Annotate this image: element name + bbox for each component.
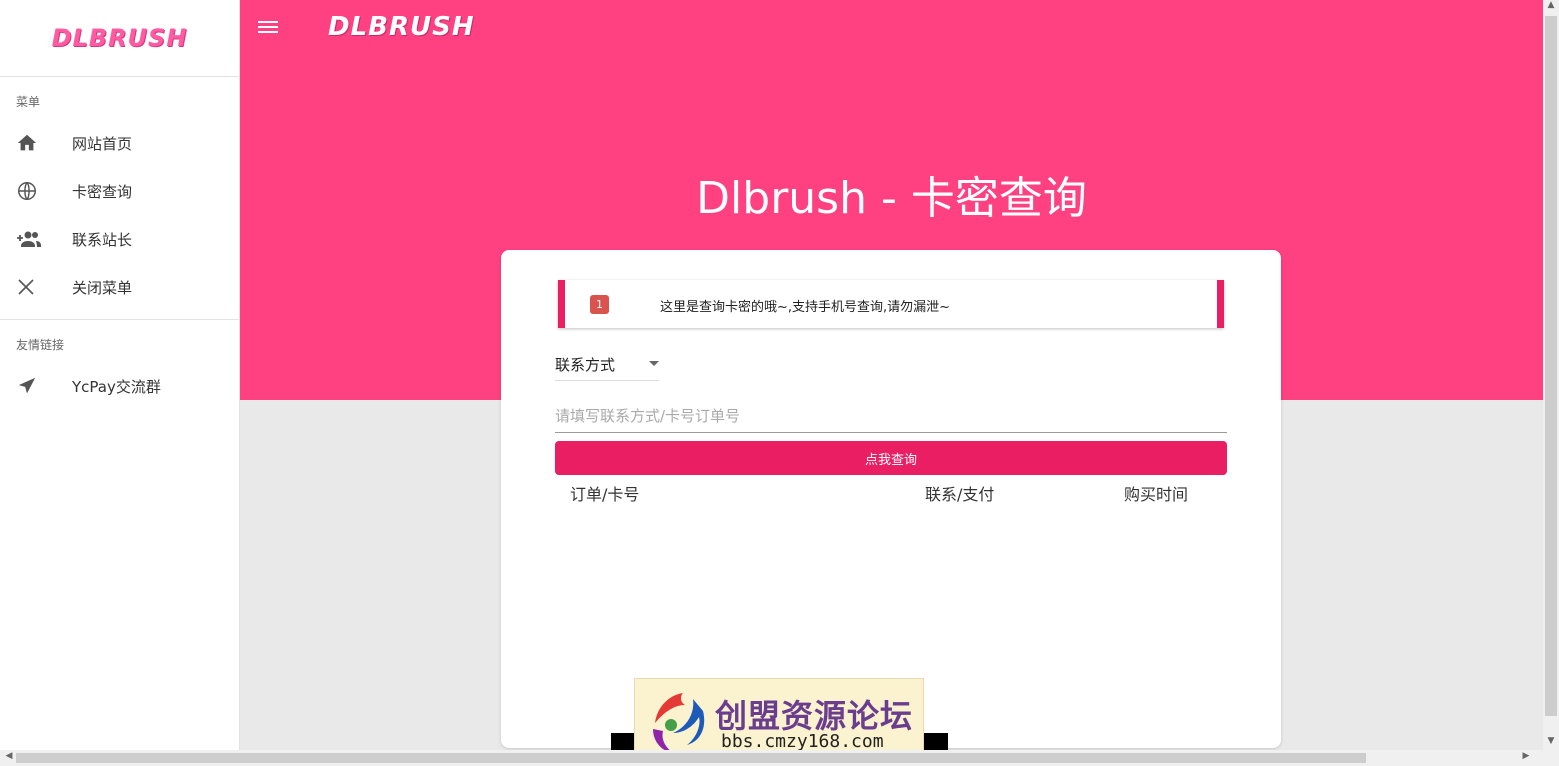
notice-banner: 1 这里是查询卡密的哦~,支持手机号查询,请勿漏泄~: [558, 280, 1224, 328]
sidebar-item-contact[interactable]: 联系站长: [0, 215, 239, 263]
home-icon: [0, 132, 72, 154]
hamburger-menu-icon[interactable]: [258, 18, 278, 38]
notice-text: 这里是查询卡密的哦~,支持手机号查询,请勿漏泄~: [660, 300, 951, 315]
chevron-down-icon: [649, 361, 659, 366]
notice-badge: 1: [590, 295, 609, 314]
links-section-title: 友情链接: [16, 338, 65, 352]
sidebar-item-card-query[interactable]: 卡密查询: [0, 167, 239, 215]
scroll-down-icon[interactable]: ▼: [1543, 736, 1559, 750]
column-header-time: 购买时间: [1124, 485, 1189, 504]
select-value: 联系方式: [555, 356, 616, 374]
page-title: Dlbrush - 卡密查询: [696, 173, 1087, 224]
query-card: 1 这里是查询卡密的哦~,支持手机号查询,请勿漏泄~ 联系方式 点我查询 订单/…: [501, 250, 1281, 748]
scroll-thumb[interactable]: [16, 753, 1366, 763]
watermark-logo-icon: [653, 693, 705, 753]
sidebar-item-label: 网站首页: [72, 134, 133, 153]
vertical-scrollbar[interactable]: ▲ ▼: [1543, 0, 1559, 750]
globe-icon: [0, 180, 72, 202]
sidebar-item-close-menu[interactable]: 关闭菜单: [0, 263, 239, 311]
query-button[interactable]: 点我查询: [555, 441, 1227, 475]
horizontal-scrollbar[interactable]: ◀ ▶: [0, 750, 1559, 766]
column-header-contact: 联系/支付: [925, 485, 995, 504]
group-add-icon: [0, 228, 72, 250]
watermark-url: bbs.cmzy168.com: [721, 731, 884, 752]
sidebar-item-label: YcPay交流群: [72, 377, 161, 396]
close-icon: [0, 277, 72, 297]
scroll-left-icon[interactable]: ◀: [2, 751, 16, 761]
query-input[interactable]: [555, 400, 1227, 433]
sidebar-item-label: 联系站长: [72, 230, 133, 249]
contact-type-select[interactable]: 联系方式: [555, 350, 659, 381]
sidebar: DLBRUSH 菜单 网站首页 卡密查询 联系站长 关闭菜单 友情链接 YcPa…: [0, 0, 240, 750]
send-icon: [0, 375, 72, 397]
sidebar-item-label: 关闭菜单: [72, 278, 133, 297]
watermark: 创盟资源论坛 bbs.cmzy168.com: [634, 678, 924, 760]
sidebar-logo[interactable]: DLBRUSH: [0, 0, 239, 77]
column-header-order: 订单/卡号: [570, 485, 640, 504]
sidebar-item-home[interactable]: 网站首页: [0, 119, 239, 167]
menu-section-title: 菜单: [16, 95, 41, 109]
scroll-thumb[interactable]: [1545, 16, 1557, 716]
brand-logo: DLBRUSH: [51, 24, 188, 52]
header-brand-logo[interactable]: DLBRUSH: [328, 12, 475, 42]
sidebar-item-label: 卡密查询: [72, 182, 133, 201]
sidebar-item-ycpay[interactable]: YcPay交流群: [0, 362, 239, 410]
scroll-up-icon[interactable]: ▲: [1543, 0, 1559, 14]
scroll-right-icon[interactable]: ▶: [1519, 751, 1533, 761]
